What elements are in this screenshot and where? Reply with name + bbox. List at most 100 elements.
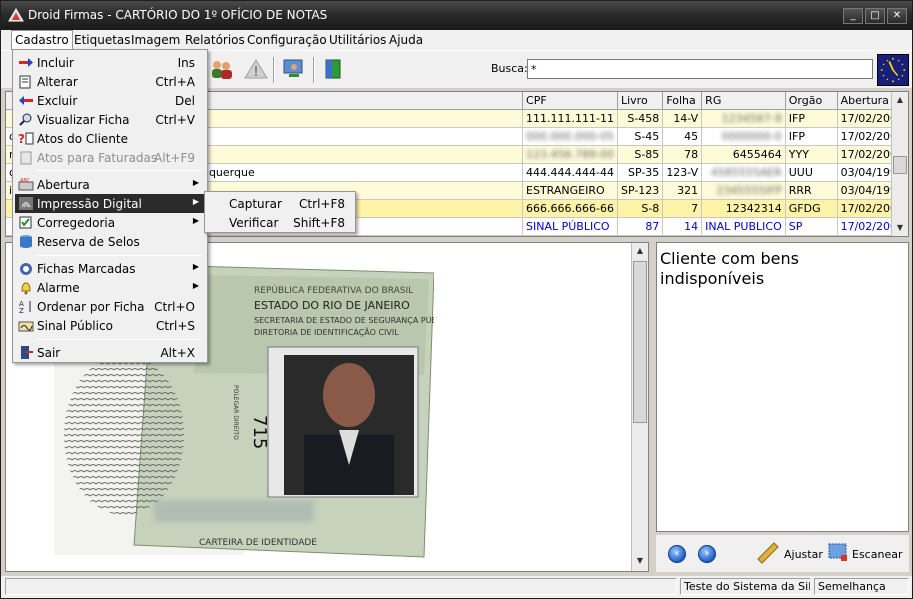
menu-ajuda[interactable]: Ajuda	[389, 33, 423, 47]
menu-item-impressao-digital[interactable]: Impressão Digital ▶	[15, 194, 205, 213]
exit-icon	[21, 346, 33, 359]
svg-text:ABC: ABC	[20, 178, 31, 184]
submenu-item-verificar[interactable]: Verificar Shift+F8	[207, 213, 353, 232]
cell-folha: 14	[662, 217, 703, 236]
menu-item-label: Fichas Marcadas	[37, 262, 136, 276]
image-actions-bar: ‹ › Ajustar Escanear	[656, 535, 909, 572]
clock-icon[interactable]	[877, 54, 909, 86]
fingerprint-icon	[19, 197, 33, 210]
menu-item-label: Ordenar por Ficha	[37, 300, 145, 314]
column-header-rg[interactable]: RG	[701, 92, 786, 110]
next-arrow-icon[interactable]: ›	[698, 545, 716, 563]
menu-relatorios[interactable]: Relatórios	[185, 33, 245, 47]
menu-item-label: Reserva de Selos	[37, 235, 140, 249]
scroll-thumb[interactable]	[893, 156, 907, 174]
cell-folha: 78	[662, 145, 703, 164]
menu-item-alterar[interactable]: Alterar Ctrl+A	[15, 72, 205, 91]
submenu-arrow-icon: ▶	[192, 197, 199, 206]
column-header-orgao[interactable]: Orgão	[785, 92, 838, 110]
cell-folha: 14-V	[662, 109, 703, 128]
search-input[interactable]	[527, 59, 873, 79]
ajustar-button[interactable]: Ajustar	[784, 548, 823, 561]
menu-item-shortcut: Ctrl+S	[155, 319, 195, 333]
client-warning-text: Cliente com bens indisponíveis	[660, 249, 799, 288]
scroll-up-arrow-icon[interactable]: ▲	[632, 243, 648, 259]
menu-item-abertura[interactable]: ABC Abertura ▶	[15, 175, 205, 194]
column-header-cpf[interactable]: CPF	[522, 92, 618, 110]
app-window: Droid Firmas - CARTÓRIO DO 1º OFÍCIO DE …	[0, 0, 913, 599]
menu-separator	[35, 255, 203, 256]
menu-item-sinal-publico[interactable]: Sinal Público Ctrl+S	[15, 316, 205, 335]
column-header-folha[interactable]: Folha	[662, 92, 703, 110]
menu-item-label: Corregedoria	[37, 216, 116, 230]
close-button[interactable]: ✕	[887, 8, 907, 24]
menu-item-label: Impressão Digital	[37, 197, 142, 211]
menu-item-sair[interactable]: Sair Alt+X	[15, 343, 205, 362]
menu-item-ordenar-ficha[interactable]: AZ Ordenar por Ficha Ctrl+O	[15, 297, 205, 316]
status-pane-mode: Semelhança	[814, 578, 909, 595]
client-info-panel[interactable]: Cliente com bens indisponíveis	[656, 242, 909, 532]
menu-item-corregedoria[interactable]: Corregedoria ▶	[15, 213, 205, 232]
cell-orgao: YYY	[785, 145, 838, 164]
toolbar-separator	[273, 57, 275, 83]
menu-item-label: Abertura	[37, 178, 90, 192]
checklist-icon	[19, 216, 32, 229]
title-bar: Droid Firmas - CARTÓRIO DO 1º OFÍCIO DE …	[1, 1, 912, 30]
cell-cpf: 444.444.444-44	[522, 163, 618, 182]
add-icon	[19, 58, 33, 67]
cell-rg: 1234567-9	[701, 109, 786, 128]
cell-livro: S-8	[617, 199, 664, 218]
menu-item-fichas-marcadas[interactable]: Fichas Marcadas ▶	[15, 259, 205, 278]
scroll-down-arrow-icon[interactable]: ▼	[892, 220, 908, 236]
menu-item-label: Excluir	[37, 94, 78, 108]
menu-configuracao[interactable]: Configuração	[247, 33, 327, 47]
menu-item-label: Alarme	[37, 281, 80, 295]
status-bar: Teste do Sistema da Silva Semelhança	[1, 576, 912, 598]
column-header-livro[interactable]: Livro	[617, 92, 664, 110]
bell-icon	[21, 282, 31, 295]
ruler-icon[interactable]	[756, 541, 780, 565]
menu-item-visualizar-ficha[interactable]: Visualizar Ficha Ctrl+V	[15, 110, 205, 129]
menu-cadastro[interactable]: Cadastro	[11, 30, 73, 50]
app-logo-icon	[8, 8, 24, 22]
menu-item-shortcut: Alt+F9	[154, 151, 195, 165]
cell-cpf: 666.666.666-66	[522, 199, 618, 218]
cell-cpf-text: 123.456.789-00	[526, 147, 614, 161]
menu-item-atos-cliente[interactable]: ? Atos do Cliente	[15, 129, 205, 148]
menu-item-reserva-selos[interactable]: Reserva de Selos	[15, 232, 205, 251]
menu-item-excluir[interactable]: Excluir Del	[15, 91, 205, 110]
cell-folha: 45	[662, 127, 703, 146]
abc-keyboard-icon: ABC	[18, 178, 34, 191]
menu-utilitarios[interactable]: Utilitários	[329, 33, 386, 47]
grid-scrollbar[interactable]: ▲ ▼	[891, 92, 908, 236]
cell-folha: 123-V	[662, 163, 703, 182]
scroll-down-arrow-icon[interactable]: ▼	[632, 553, 648, 569]
status-pane-main	[5, 578, 677, 595]
menu-etiquetas[interactable]: Etiquetas	[74, 33, 131, 47]
scroll-thumb[interactable]	[633, 261, 647, 423]
scroll-up-arrow-icon[interactable]: ▲	[892, 92, 908, 108]
cell-orgao: RRR	[785, 181, 838, 200]
maximize-button[interactable]: □	[865, 8, 885, 24]
user-computer-icon[interactable]	[281, 57, 307, 81]
toolbar-separator	[313, 57, 315, 83]
menu-item-atos-faturadas[interactable]: Atos para Faturadas Alt+F9	[15, 148, 205, 167]
menu-item-alarme[interactable]: Alarme ▶	[15, 278, 205, 297]
menu-item-label: Visualizar Ficha	[37, 113, 130, 127]
users-icon[interactable]	[209, 57, 235, 81]
submenu-item-capturar[interactable]: Capturar Ctrl+F8	[207, 194, 353, 213]
scanner-icon[interactable]	[827, 541, 849, 563]
warning-icon[interactable]	[243, 57, 269, 81]
previous-arrow-icon[interactable]: ‹	[668, 545, 686, 563]
image-scrollbar[interactable]: ▲ ▼	[631, 243, 648, 571]
cell-rg: INAL PUBLICO	[701, 217, 786, 236]
cell-rg-text: 4585555AER	[710, 165, 782, 179]
menu-imagem[interactable]: Imagem	[131, 33, 180, 47]
escanear-button[interactable]: Escanear	[852, 548, 902, 561]
database-icon	[20, 235, 32, 248]
cell-rg: 12342314	[701, 199, 786, 218]
minimize-button[interactable]: _	[843, 8, 863, 24]
cell-orgao: IFP	[785, 109, 838, 128]
menu-item-incluir[interactable]: Incluir Ins	[15, 53, 205, 72]
exit-door-icon[interactable]	[321, 57, 347, 81]
